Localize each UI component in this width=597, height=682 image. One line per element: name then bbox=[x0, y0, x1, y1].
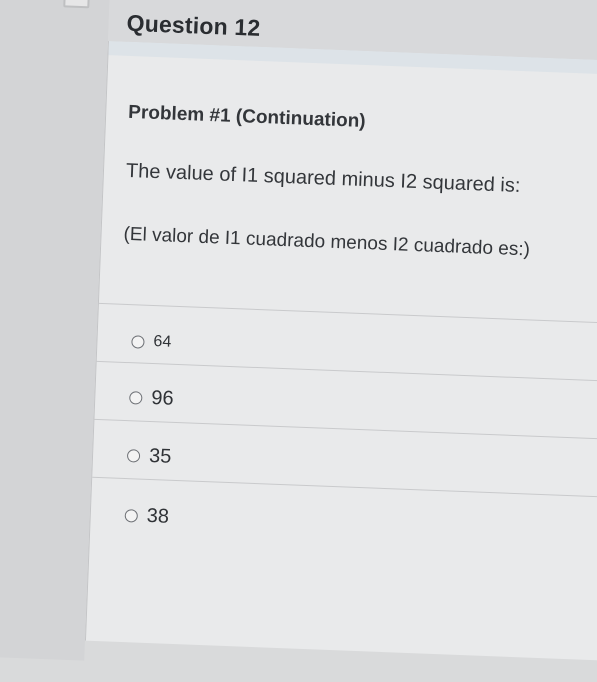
question-title: Question 12 bbox=[126, 9, 261, 41]
divider bbox=[98, 302, 597, 326]
answer-option[interactable]: 64 bbox=[131, 332, 172, 352]
answer-option[interactable]: 96 bbox=[129, 386, 174, 411]
prompt-spanish: (El valor de I1 cuadrado menos I2 cuadra… bbox=[123, 223, 531, 261]
radio-button[interactable] bbox=[124, 509, 139, 523]
divider bbox=[96, 360, 597, 384]
answer-option[interactable]: 35 bbox=[126, 444, 172, 469]
radio-button[interactable] bbox=[129, 391, 143, 405]
answer-option[interactable]: 38 bbox=[124, 504, 169, 529]
radio-button[interactable] bbox=[126, 449, 141, 463]
answer-label: 35 bbox=[148, 444, 172, 468]
prompt-english: The value of I1 squared minus I2 squared… bbox=[125, 159, 521, 198]
problem-heading: Problem #1 (Continuation) bbox=[127, 101, 366, 133]
answer-label: 38 bbox=[146, 504, 170, 528]
divider bbox=[94, 418, 597, 442]
answer-label: 96 bbox=[150, 387, 174, 410]
question-panel: Problem #1 (Continuation) The value of I… bbox=[84, 41, 597, 663]
divider bbox=[92, 476, 597, 500]
radio-button[interactable] bbox=[131, 334, 145, 349]
flag-checkbox[interactable] bbox=[63, 0, 91, 9]
answer-label: 64 bbox=[153, 333, 172, 351]
quiz-page: Question 12 Problem #1 (Continuation) Th… bbox=[0, 0, 597, 663]
